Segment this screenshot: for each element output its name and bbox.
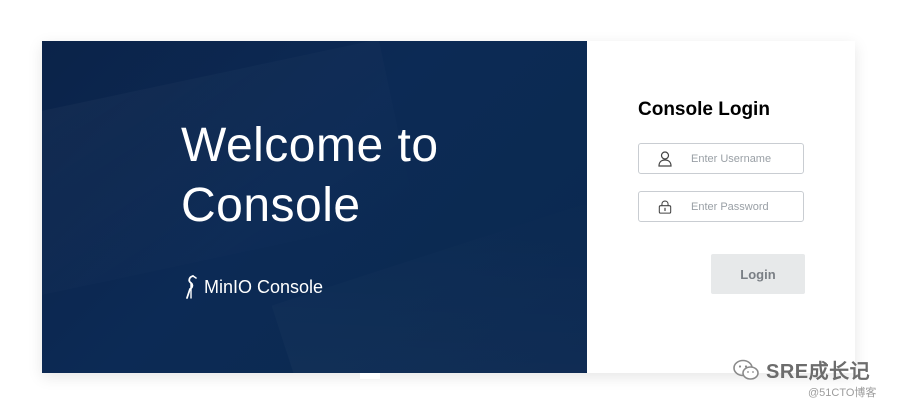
- username-input[interactable]: [691, 152, 801, 165]
- watermark-title: SRE成长记: [766, 361, 871, 383]
- welcome-heading: Welcome to Console: [181, 116, 439, 236]
- login-card: Welcome to Console MinIO Console Console…: [42, 41, 855, 373]
- watermark-subtitle: @51CTO博客: [808, 387, 877, 399]
- brand: MinIO Console: [184, 274, 323, 300]
- login-panel: Console Login Enter Username Login: [587, 41, 855, 373]
- wechat-icon: [732, 358, 760, 382]
- login-title: Console Login: [638, 99, 770, 120]
- user-icon: [658, 150, 672, 167]
- minio-logo-icon: [184, 274, 198, 300]
- welcome-hero: Welcome to Console MinIO Console: [42, 41, 587, 373]
- welcome-line-1: Welcome to: [181, 119, 439, 172]
- watermark: SRE成长记: [732, 355, 870, 384]
- username-field[interactable]: [638, 143, 804, 174]
- login-button[interactable]: Login: [711, 254, 805, 294]
- password-input[interactable]: [691, 200, 801, 213]
- welcome-line-2: Console: [181, 179, 361, 232]
- password-field[interactable]: [638, 191, 804, 222]
- brand-name: MinIO Console: [204, 276, 324, 297]
- card-gap: [360, 373, 380, 379]
- page: Welcome to Console MinIO Console Console…: [0, 0, 907, 409]
- lock-icon: [658, 199, 672, 215]
